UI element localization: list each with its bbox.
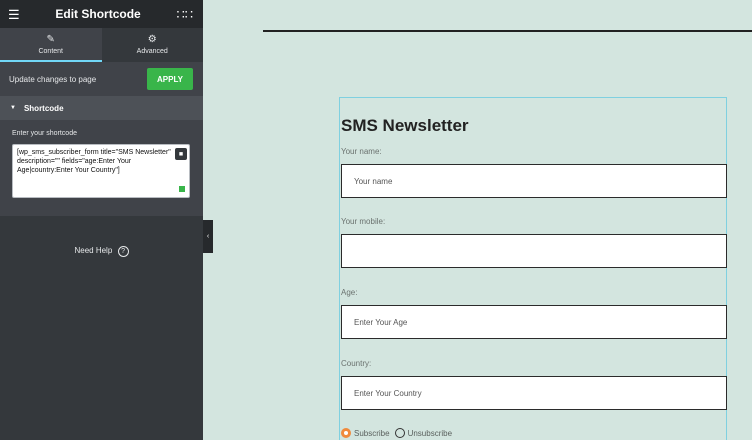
need-help-link[interactable]: Need Help ?	[0, 246, 203, 257]
unsubscribe-radio[interactable]	[394, 428, 405, 438]
shortcode-value: [wp_sms_subscriber_form title="SMS Newsl…	[17, 149, 171, 174]
name-label: Your name:	[341, 147, 382, 156]
subscription-radio-group: Subscribe Unsubscribe	[341, 428, 457, 438]
pencil-icon: ✎	[46, 33, 55, 45]
subscribe-radio[interactable]	[341, 428, 351, 438]
age-label: Age:	[341, 288, 358, 297]
shortcode-section-body: Enter your shortcode [wp_sms_subscriber_…	[0, 120, 203, 216]
header-divider-line	[263, 30, 752, 32]
shortcode-section-header[interactable]: ▼ Shortcode	[0, 96, 203, 120]
subscribe-label: Subscribe	[354, 428, 390, 438]
panel-title: Edit Shortcode	[55, 7, 141, 21]
age-input[interactable]	[341, 305, 727, 339]
tab-content-label: Content	[38, 47, 64, 55]
need-help-label: Need Help	[74, 246, 113, 255]
shortcode-label: Enter your shortcode	[12, 130, 77, 137]
mobile-input[interactable]	[341, 234, 727, 268]
form-title: SMS Newsletter	[341, 116, 469, 135]
apps-grid-icon[interactable]: ∷∷	[176, 8, 193, 21]
update-row: Update changes to page APPLY	[0, 62, 203, 96]
hamburger-menu-icon[interactable]: ☰	[8, 8, 20, 21]
mobile-label: Your mobile:	[341, 217, 386, 226]
grammar-indicator-icon	[179, 186, 185, 192]
section-title: Shortcode	[23, 103, 64, 113]
update-changes-text: Update changes to page	[9, 74, 97, 84]
gear-icon: ⚙	[147, 33, 157, 45]
question-circle-icon: ?	[117, 246, 129, 257]
apply-button[interactable]: APPLY	[147, 68, 193, 90]
caret-down-icon: ▼	[10, 105, 16, 111]
unsubscribe-label: Unsubscribe	[407, 428, 453, 438]
country-label: Country:	[341, 359, 372, 368]
trash-icon[interactable]: ■	[175, 148, 187, 160]
panel-tabs: ✎ Content ⚙ Advanced	[0, 28, 203, 62]
tab-advanced[interactable]: ⚙ Advanced	[102, 28, 204, 62]
panel-header: ☰ Edit Shortcode ∷∷	[0, 0, 203, 28]
country-input[interactable]	[341, 376, 727, 410]
editor-panel: ☰ Edit Shortcode ∷∷ ✎ Content ⚙ Advanced…	[0, 0, 203, 440]
tab-content[interactable]: ✎ Content	[0, 28, 102, 62]
collapse-panel-handle[interactable]: ‹	[203, 220, 213, 253]
tab-advanced-label: Advanced	[136, 47, 168, 55]
chevron-left-icon: ‹	[206, 233, 210, 240]
name-input[interactable]	[341, 164, 727, 198]
shortcode-textarea[interactable]: [wp_sms_subscriber_form title="SMS Newsl…	[12, 144, 190, 198]
